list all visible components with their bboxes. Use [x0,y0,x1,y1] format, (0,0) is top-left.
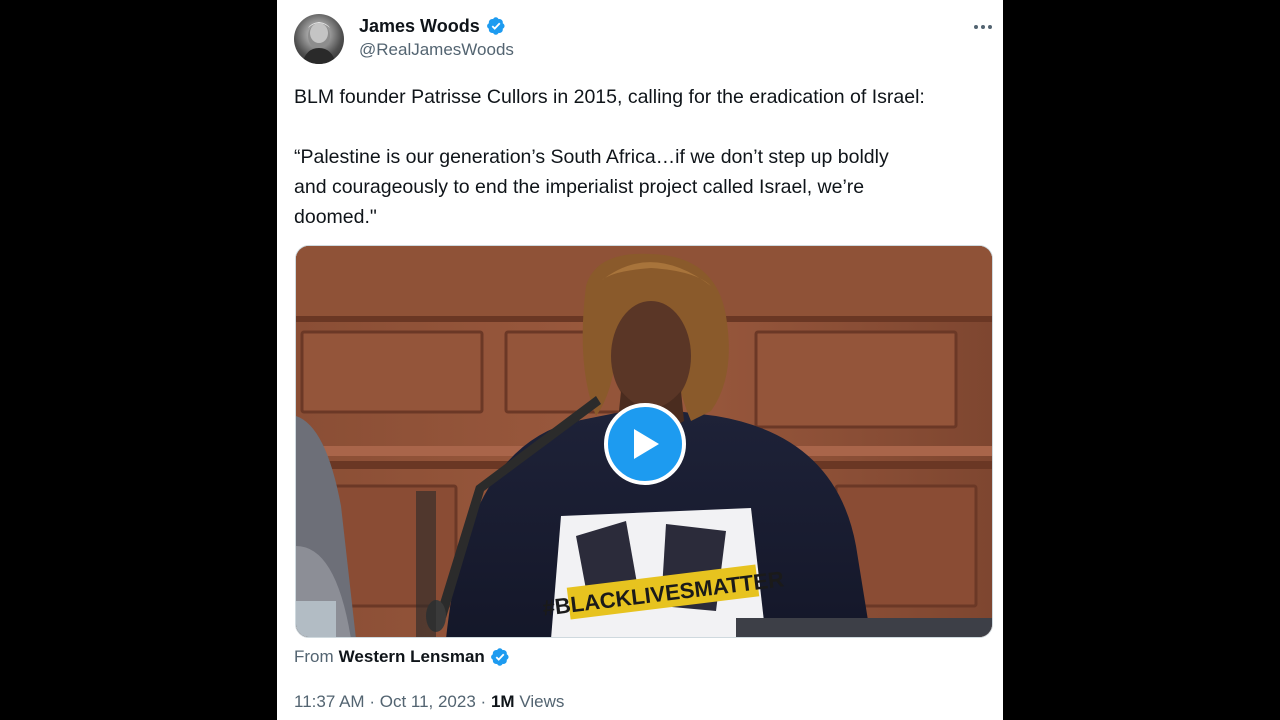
author-handle[interactable]: @RealJamesWoods [359,39,514,61]
video-player[interactable]: #BLACKLIVESMATTER [295,245,993,638]
meta-separator: · [369,692,375,711]
author-name-row[interactable]: James Woods [359,14,506,38]
from-attribution: From Western Lensman [294,645,510,669]
play-button[interactable] [604,403,686,485]
source-verified-badge-icon [490,647,510,667]
tweet-time[interactable]: 11:37 AM [294,692,365,711]
tweet-spacer [294,116,299,138]
views-label: Views [519,692,565,711]
tweet-text: BLM founder Patrisse Cullors in 2015, ca… [294,82,994,232]
letterbox-left [0,0,277,720]
tweet-date[interactable]: Oct 11, 2023 [380,692,476,711]
avatar[interactable] [294,14,344,64]
from-source-link[interactable]: Western Lensman [339,645,485,669]
play-icon [634,429,659,459]
tweet-card: James Woods @RealJamesWoods BLM founder … [277,0,1003,720]
tweet-text-line1: BLM founder Patrisse Cullors in 2015, ca… [294,86,925,108]
meta-separator: · [480,692,487,711]
more-options-icon[interactable] [970,14,996,40]
letterbox-right [1003,0,1280,720]
tweet-meta: 11:37 AM · Oct 11, 2023 · 1M Views [294,690,564,714]
author-name[interactable]: James Woods [359,14,480,38]
verified-badge-icon [486,16,506,36]
from-label: From [294,647,334,666]
tweet-quote: “Palestine is our generation’s South Afr… [294,146,889,228]
views-count: 1M [490,692,515,711]
